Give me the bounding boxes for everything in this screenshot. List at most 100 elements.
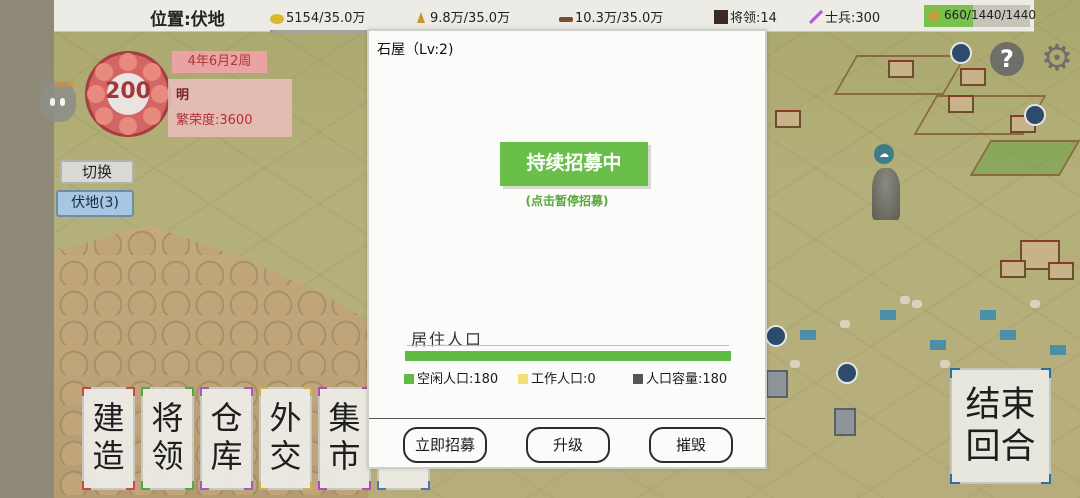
dynasty-emblem[interactable]: 200: [85, 51, 171, 137]
legend-working: 工作人口:0: [518, 368, 596, 387]
warehouse-label: 仓库: [210, 399, 243, 475]
grain-value: 9.8万/35.0万: [430, 11, 510, 26]
gold-icon: [270, 14, 284, 24]
dynasty-power: 200: [105, 79, 151, 104]
hut[interactable]: [888, 60, 914, 78]
emblem-petal: [119, 117, 137, 135]
soldier-unit: [840, 320, 850, 328]
generals-value: 将领:14: [730, 11, 777, 26]
help-button[interactable]: ?: [990, 42, 1024, 76]
game-date: 4年6月2周: [172, 51, 267, 73]
wood-icon: [559, 17, 573, 22]
farm-field: [969, 140, 1080, 176]
soldier-unit: [1030, 300, 1040, 308]
end-turn-label: 结束回合: [965, 385, 1036, 467]
warehouse-menu-button[interactable]: 仓库: [200, 387, 253, 490]
resource-bar: 位置:伏地 5154/35.0万 9.8万/35.0万 10.3万/35.0万 …: [54, 0, 1036, 33]
population-capacity: 人口容量:180: [646, 372, 728, 387]
help-icon: ?: [1000, 45, 1014, 73]
eye-icon: [60, 98, 65, 106]
watchtower[interactable]: [766, 370, 788, 398]
barracks: [980, 310, 996, 320]
hut[interactable]: [1000, 260, 1026, 278]
residents-underline: [407, 345, 729, 346]
dynasty-name: 明: [176, 88, 190, 103]
generals-count: 将领:14: [714, 7, 777, 26]
wood-resource: 10.3万/35.0万: [559, 7, 689, 33]
recruit-hint[interactable]: (点击暂停招募): [369, 192, 765, 209]
recruit-toggle-button[interactable]: 持续招募中: [500, 142, 648, 186]
barracks: [800, 330, 816, 340]
grain-resource: 9.8万/35.0万: [414, 7, 542, 33]
working-population: 工作人口:0: [531, 372, 596, 387]
soldiers-value: 士兵:300: [825, 11, 881, 26]
hut[interactable]: [960, 68, 986, 86]
soldier-unit: [900, 296, 910, 304]
upgrade-button[interactable]: 升级: [526, 427, 610, 463]
building-dialog: 石屋（Lv:2) 持续招募中 (点击暂停招募) 居住人口 空闲人口:180 工作…: [367, 29, 767, 469]
dynasty-info[interactable]: 明 繁荣度:3600: [168, 79, 292, 137]
soldier-unit: [912, 300, 922, 308]
end-turn-button[interactable]: 结束回合: [950, 368, 1051, 484]
location-label: 位置:伏地: [150, 10, 225, 30]
population-value: 660/1440/1440: [944, 8, 1037, 22]
eye-icon: [50, 98, 55, 106]
wood-value: 10.3万/35.0万: [575, 11, 664, 26]
watchtower[interactable]: [834, 408, 856, 436]
legend-capacity: 人口容量:180: [633, 368, 727, 387]
emblem-petal: [119, 53, 137, 71]
general-marker-icon[interactable]: [836, 362, 858, 384]
left-edge: [0, 0, 54, 498]
soldier-unit: [790, 360, 800, 368]
diplomacy-menu-button[interactable]: 外交: [259, 387, 312, 490]
general-marker-icon[interactable]: [950, 42, 972, 64]
legend-working-swatch: [518, 374, 528, 384]
market-menu-button[interactable]: 集市: [318, 387, 371, 490]
cloud-icon: ☁: [874, 144, 894, 164]
gold-resource: 5154/35.0万: [270, 7, 398, 33]
recruit-now-button[interactable]: 立即招募: [403, 427, 487, 463]
dialog-divider: [369, 418, 765, 419]
emblem-petal: [95, 107, 113, 125]
settings-button[interactable]: ⚙: [1038, 40, 1076, 78]
build-label: 建造: [92, 399, 125, 475]
emblem-petal: [143, 107, 161, 125]
destroy-button[interactable]: 摧毁: [649, 427, 733, 463]
territory-button[interactable]: 伏地(3): [56, 190, 134, 217]
stone-statue[interactable]: [872, 168, 900, 220]
gear-icon: ⚙: [1040, 38, 1074, 79]
gold-value: 5154/35.0万: [286, 11, 366, 26]
barracks: [1050, 345, 1066, 355]
general-portrait-icon: [714, 10, 728, 24]
switch-button[interactable]: 切换: [60, 160, 134, 184]
barracks: [880, 310, 896, 320]
hut[interactable]: [1048, 262, 1074, 280]
legend-idle: 空闲人口:180: [404, 368, 498, 387]
generals-menu-button[interactable]: 将领: [141, 387, 194, 490]
soldiers-count: 士兵:300: [809, 7, 880, 26]
population-meter: 660/1440/1440: [924, 5, 1036, 27]
barracks: [930, 340, 946, 350]
population-icon: [928, 10, 940, 22]
prosperity-value: 繁荣度:3600: [176, 113, 253, 128]
news-button[interactable]: NEW: [40, 80, 76, 122]
dialog-title: 石屋（Lv:2): [377, 42, 454, 58]
general-marker-icon[interactable]: [765, 325, 787, 347]
hut[interactable]: [948, 95, 974, 113]
hut[interactable]: [775, 110, 801, 128]
generals-label: 将领: [151, 399, 184, 475]
barracks: [1000, 330, 1016, 340]
build-menu-button[interactable]: 建造: [82, 387, 135, 490]
diplomacy-label: 外交: [269, 399, 302, 475]
grain-icon: [417, 12, 425, 23]
residents-label: 居住人口: [411, 330, 484, 349]
news-badge: NEW: [54, 80, 75, 89]
sword-icon: [809, 10, 823, 24]
market-label: 集市: [328, 399, 361, 475]
soldier-unit: [940, 360, 950, 368]
legend-idle-swatch: [404, 374, 414, 384]
general-marker-icon[interactable]: [1024, 104, 1046, 126]
legend-capacity-swatch: [633, 374, 643, 384]
residents-bar: [405, 351, 731, 361]
idle-population: 空闲人口:180: [417, 372, 499, 387]
